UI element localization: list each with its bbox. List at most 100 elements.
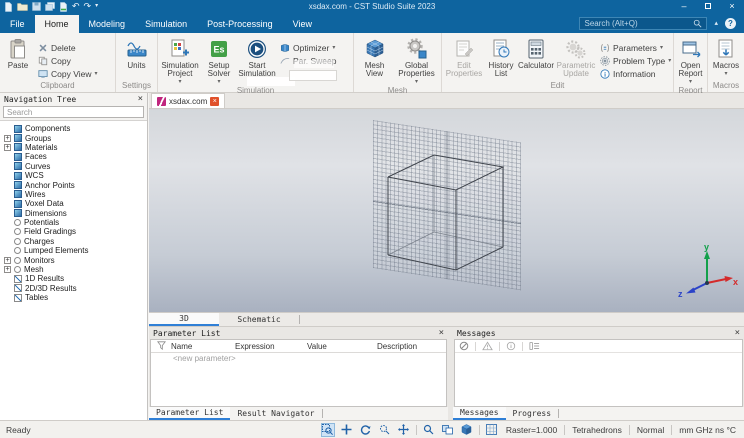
column-expression[interactable]: Expression: [235, 342, 307, 351]
column-name[interactable]: Name: [171, 342, 235, 351]
pan-icon[interactable]: [397, 423, 411, 437]
tree-expander-icon[interactable]: +: [4, 256, 11, 264]
tree-item[interactable]: Anchor Points: [4, 180, 147, 190]
open-report-button[interactable]: Open Report ▾: [675, 35, 707, 86]
close-button[interactable]: ×: [720, 0, 744, 13]
open-file-icon[interactable]: [17, 2, 28, 11]
tree-item[interactable]: Faces: [4, 152, 147, 161]
mesh-view-button[interactable]: Mesh View: [356, 35, 394, 78]
tree-item[interactable]: Charges: [4, 237, 147, 246]
tree-expander-icon[interactable]: +: [4, 143, 11, 151]
simulation-project-button[interactable]: Simulation Project ▾: [159, 35, 201, 86]
tab-3d[interactable]: 3D: [149, 313, 219, 326]
tree-item[interactable]: 2D/3D Results: [4, 284, 147, 293]
tree-expander-icon[interactable]: +: [4, 134, 11, 142]
import-icon[interactable]: [59, 1, 68, 12]
tab-progress[interactable]: Progress: [506, 407, 559, 420]
rotate-icon[interactable]: [359, 423, 373, 437]
tree-item[interactable]: + Mesh: [4, 265, 147, 274]
parametric-update-button[interactable]: Parametric Update: [555, 35, 597, 78]
document-tab-close-icon[interactable]: ×: [210, 96, 220, 106]
tab-schematic[interactable]: Schematic: [219, 313, 299, 326]
3d-viewport[interactable]: y x z: [149, 109, 744, 312]
warnings-filter-icon[interactable]: [482, 341, 493, 351]
column-value[interactable]: Value: [307, 342, 377, 351]
tree-item[interactable]: Curves: [4, 162, 147, 171]
macros-button[interactable]: Macros ▾: [709, 35, 743, 78]
edit-properties-button[interactable]: Edit Properties: [443, 35, 485, 78]
parameters-button[interactable]: Parameters ▾: [597, 41, 675, 54]
tree-item[interactable]: Wires: [4, 190, 147, 199]
tree-item[interactable]: WCS: [4, 171, 147, 180]
information-button[interactable]: i Information: [597, 67, 675, 80]
tab-post-processing[interactable]: Post-Processing: [197, 15, 283, 33]
tree-item[interactable]: Tables: [4, 293, 147, 302]
document-tab[interactable]: xsdax.com ×: [151, 93, 226, 108]
tab-view[interactable]: View: [283, 15, 322, 33]
delete-button[interactable]: Delete: [35, 41, 115, 54]
tree-item[interactable]: Field Gradings: [4, 227, 147, 236]
filter-icon[interactable]: [151, 340, 171, 352]
raster-grid-icon[interactable]: [485, 423, 499, 437]
zoom-select-icon[interactable]: [320, 422, 335, 437]
messages-close-icon[interactable]: ×: [735, 328, 740, 338]
mode[interactable]: Normal: [635, 425, 666, 435]
collapse-ribbon-icon[interactable]: ▴: [714, 20, 718, 27]
parameter-list-close-icon[interactable]: ×: [439, 328, 444, 338]
calculator-button[interactable]: Calculator: [517, 35, 555, 70]
tree-item[interactable]: Lumped Elements: [4, 246, 147, 255]
move-icon[interactable]: [340, 423, 354, 437]
undo-icon[interactable]: ↶: [72, 2, 80, 11]
navigation-tree-close-icon[interactable]: ×: [138, 94, 143, 104]
copy-view-button[interactable]: Copy View ▾: [35, 67, 115, 80]
history-list-button[interactable]: History List: [485, 35, 517, 78]
save-all-icon[interactable]: [45, 2, 55, 11]
tree-item[interactable]: Voxel Data: [4, 199, 147, 208]
tab-modeling[interactable]: Modeling: [79, 15, 136, 33]
tab-home[interactable]: Home: [34, 15, 79, 33]
log-view-icon[interactable]: [529, 341, 540, 351]
units-button[interactable]: Units: [118, 35, 156, 70]
tree-item[interactable]: + Monitors: [4, 255, 147, 265]
units-summary[interactable]: mm GHz ns °C: [677, 425, 738, 435]
mesh-type[interactable]: Tetrahedrons: [570, 425, 624, 435]
tree-search-input[interactable]: [3, 106, 144, 118]
tab-messages[interactable]: Messages: [453, 407, 506, 420]
global-properties-button[interactable]: Global Properties ▾: [394, 35, 440, 86]
search-input[interactable]: Search (Alt+Q): [579, 17, 708, 30]
errors-filter-icon[interactable]: [459, 341, 469, 351]
zoom-lasso-icon[interactable]: [378, 423, 392, 437]
zoom-icon[interactable]: [422, 423, 436, 437]
tree-expander-icon[interactable]: +: [4, 266, 11, 274]
tab-simulation[interactable]: Simulation: [135, 15, 197, 33]
paste-button[interactable]: Paste: [1, 35, 35, 70]
minimize-button[interactable]: –: [672, 0, 696, 13]
optimizer-button[interactable]: Optimizer ▾: [277, 41, 353, 54]
tree-item[interactable]: Potentials: [4, 218, 147, 227]
new-file-icon[interactable]: [4, 1, 13, 12]
bounding-box-icon[interactable]: [460, 423, 474, 437]
tree-item[interactable]: Components: [4, 124, 147, 133]
new-parameter-row[interactable]: <new parameter>: [151, 353, 446, 364]
copy-button[interactable]: Copy: [35, 54, 115, 67]
info-filter-icon[interactable]: [506, 341, 516, 351]
save-icon[interactable]: [32, 2, 41, 11]
split-view-icon[interactable]: [441, 423, 455, 437]
problem-type-button[interactable]: Problem Type ▾: [597, 54, 675, 67]
tree-item[interactable]: 1D Results: [4, 274, 147, 283]
redo-icon[interactable]: ↷: [84, 2, 92, 11]
search-icon[interactable]: [693, 19, 702, 28]
tab-parameter-list[interactable]: Parameter List: [149, 407, 231, 420]
maximize-button[interactable]: [696, 0, 720, 13]
help-icon[interactable]: ?: [725, 18, 736, 29]
column-description[interactable]: Description: [377, 342, 446, 351]
tab-result-navigator[interactable]: Result Navigator: [230, 407, 321, 420]
setup-solver-button[interactable]: Es Setup Solver ▾: [201, 35, 237, 86]
raster-value[interactable]: Raster=1.000: [504, 425, 559, 435]
tree-item[interactable]: + Materials: [4, 143, 147, 152]
tree-item[interactable]: + Groups: [4, 133, 147, 143]
tab-file[interactable]: File: [0, 15, 35, 33]
qat-more-icon[interactable]: ▾: [95, 2, 98, 11]
start-simulation-button[interactable]: Start Simulation: [237, 35, 277, 78]
tree-item[interactable]: Dimensions: [4, 209, 147, 218]
